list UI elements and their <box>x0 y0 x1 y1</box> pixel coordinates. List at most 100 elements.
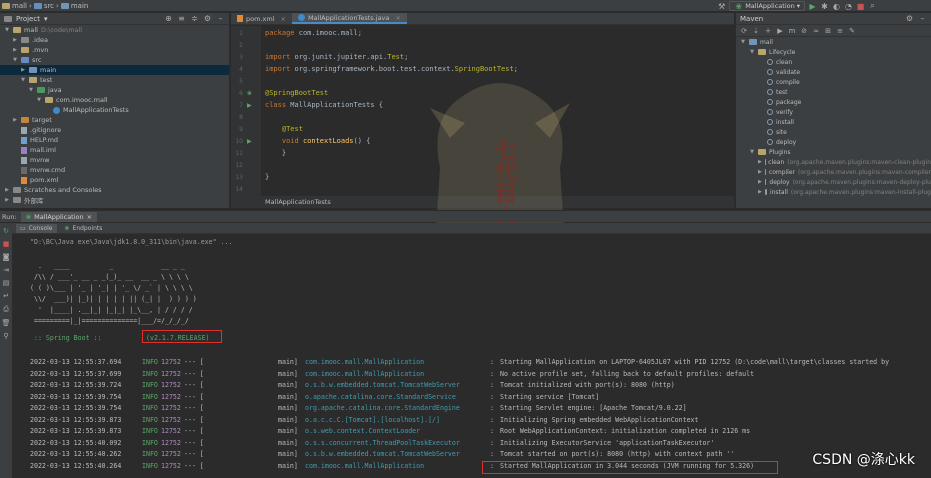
editor-breadcrumb[interactable]: MallApplicationTests <box>231 196 734 208</box>
project-tree-item[interactable]: pom.xml <box>0 175 229 185</box>
chevron-right-icon[interactable]: ▶ <box>758 159 762 165</box>
gear-icon[interactable]: ⚙ <box>905 14 914 23</box>
maven-tree-item[interactable]: validate <box>736 67 931 77</box>
close-icon[interactable]: × <box>87 213 92 221</box>
run-tab-mallapplication[interactable]: ❀ MallApplication × <box>20 211 98 222</box>
profile-icon[interactable]: ◔ <box>844 2 853 11</box>
soft-wrap-icon[interactable]: ↵ <box>2 292 11 300</box>
project-tree-item[interactable]: ▶ 外部库 <box>0 195 229 205</box>
project-tree-item[interactable]: ▼ test <box>0 75 229 85</box>
locate-icon[interactable]: ⊕ <box>164 14 173 23</box>
gear-icon[interactable]: ⚙ <box>203 14 212 23</box>
maven-tree-item[interactable]: test <box>736 87 931 97</box>
maven-tree-item[interactable]: deploy <box>736 137 931 147</box>
hide-icon[interactable]: – <box>216 14 225 23</box>
chevron-right-icon[interactable]: ▶ <box>12 47 18 53</box>
project-tree-item[interactable]: ▼ mall D:\code\mall <box>0 25 229 35</box>
debug-icon[interactable]: ✱ <box>820 2 829 11</box>
maven-tree-item[interactable]: ▶ clean (org.apache.maven.plugins:maven-cl… <box>736 157 931 167</box>
chevron-right-icon[interactable]: ▶ <box>758 189 762 195</box>
coverage-icon[interactable]: ◐ <box>832 2 841 11</box>
reload-icon[interactable]: ⟳ <box>740 27 748 35</box>
run-gutter-icon[interactable]: ▶ <box>247 138 252 145</box>
editor-tab[interactable]: pom.xml × <box>231 13 292 24</box>
editor-breadcrumb-class[interactable]: MallApplicationTests <box>265 198 331 206</box>
chevron-down-icon[interactable]: ▼ <box>749 49 755 55</box>
exit-icon[interactable]: ⇥ <box>2 266 11 274</box>
editor-tab[interactable]: MallApplicationTests.java × <box>291 13 407 24</box>
skip-tests-icon[interactable]: ⊘ <box>800 27 808 35</box>
stop-icon[interactable]: ■ <box>2 240 11 248</box>
tab-endpoints[interactable]: ❀ Endpoints <box>65 225 103 232</box>
chevron-right-icon[interactable]: ▶ <box>4 197 10 203</box>
project-tree-item[interactable]: MallApplicationTests <box>0 105 229 115</box>
chevron-down-icon[interactable]: ▼ <box>740 39 746 45</box>
add-icon[interactable]: + <box>764 27 772 35</box>
maven-tree-item[interactable]: site <box>736 127 931 137</box>
offline-icon[interactable]: ≈ <box>812 27 820 35</box>
chevron-right-icon[interactable]: ▶ <box>12 37 18 43</box>
chevron-down-icon[interactable]: ▼ <box>4 27 10 33</box>
project-tree-item[interactable]: HELP.md <box>0 135 229 145</box>
chevron-down-icon[interactable]: ▼ <box>28 87 34 93</box>
project-tree-item[interactable]: ▼ src <box>0 55 229 65</box>
maven-tree-item[interactable]: ▶ compiler (org.apache.maven.plugins:maven… <box>736 167 931 177</box>
project-panel-title[interactable]: Project <box>16 15 40 23</box>
collapse-all-icon[interactable]: ≡ <box>177 14 186 23</box>
run-configuration-select[interactable]: ❀ MallApplication ▾ <box>729 1 805 11</box>
execute-goal-icon[interactable]: m <box>788 27 796 35</box>
chevron-right-icon[interactable]: ▶ <box>12 117 18 123</box>
close-icon[interactable]: × <box>395 14 400 22</box>
layout-icon[interactable]: ▤ <box>2 279 11 287</box>
delete-icon[interactable]: 🗑 <box>2 319 11 327</box>
project-tree-item[interactable]: .gitignore <box>0 125 229 135</box>
search-icon[interactable]: ⌕ <box>868 1 877 11</box>
maven-tree-item[interactable]: verify <box>736 107 931 117</box>
chevron-down-icon[interactable]: ▼ <box>12 57 18 63</box>
project-tree-item[interactable]: ▼ com.imooc.mall <box>0 95 229 105</box>
maven-tree-item[interactable]: ▼ mall <box>736 37 931 47</box>
maven-tree-item[interactable]: ▶ deploy (org.apache.maven.plugins:maven-d… <box>736 177 931 187</box>
project-tree-item[interactable]: ▶ target <box>0 115 229 125</box>
chevron-down-icon[interactable]: ▼ <box>20 77 26 83</box>
code-area[interactable]: 1 2 3 4 5 6 ❀ 7 ▶ 8 9 10 ▶ 11 12 13 14 package com.imooc… <box>231 26 734 196</box>
tab-console[interactable]: ▭ Console <box>16 223 57 233</box>
maven-tree-item[interactable]: clean <box>736 57 931 67</box>
chevron-down-icon[interactable]: ▼ <box>749 149 755 155</box>
run-gutter-icon[interactable]: ▶ <box>247 102 252 109</box>
spring-bean-icon[interactable]: ❀ <box>247 90 252 97</box>
hide-icon[interactable]: – <box>918 14 927 23</box>
run-icon[interactable]: ▶ <box>808 2 817 11</box>
maven-tree-item[interactable]: package <box>736 97 931 107</box>
chevron-down-icon[interactable]: ▾ <box>44 15 48 23</box>
project-tree-item[interactable]: ▶ Scratches and Consoles <box>0 185 229 195</box>
print-icon[interactable]: ⎙ <box>2 305 11 314</box>
expand-all-icon[interactable]: ≑ <box>190 14 199 23</box>
chevron-down-icon[interactable]: ▼ <box>36 97 42 103</box>
hammer-icon[interactable]: ⚒ <box>717 2 726 11</box>
maven-tree-item[interactable]: ▼ Lifecycle <box>736 47 931 57</box>
breadcrumb-item[interactable]: main <box>60 2 88 10</box>
stop-icon[interactable]: ■ <box>856 2 865 11</box>
project-tree-item[interactable]: mall.iml <box>0 145 229 155</box>
chevron-right-icon[interactable]: ▶ <box>758 169 762 175</box>
camera-icon[interactable]: ◙ <box>2 253 11 261</box>
maven-tree-item[interactable]: install <box>736 117 931 127</box>
chevron-right-icon[interactable]: ▶ <box>20 67 26 73</box>
maven-tree-item[interactable]: ▶ install (org.apache.maven.plugins:maven-… <box>736 187 931 197</box>
project-tree-item[interactable]: mvnw.cmd <box>0 165 229 175</box>
breadcrumb-item[interactable]: mall <box>2 2 27 10</box>
show-dependencies-icon[interactable]: ⊞ <box>824 27 832 35</box>
collapse-all-icon[interactable]: ≡ <box>836 27 844 35</box>
breadcrumb-item[interactable]: src <box>33 2 54 10</box>
maven-tree-item[interactable]: compile <box>736 77 931 87</box>
generate-sources-icon[interactable]: ⇣ <box>752 27 760 35</box>
close-icon[interactable]: × <box>281 15 286 23</box>
project-tree-item[interactable]: mvnw <box>0 155 229 165</box>
project-tree-item[interactable]: ▶ .mvn <box>0 45 229 55</box>
chevron-right-icon[interactable]: ▶ <box>758 179 762 185</box>
project-tree-item[interactable]: ▶ .idea <box>0 35 229 45</box>
maven-tree-item[interactable]: ▼ Plugins <box>736 147 931 157</box>
project-tree-item[interactable]: ▶ main <box>0 65 229 75</box>
rerun-icon[interactable]: ↻ <box>2 227 11 235</box>
